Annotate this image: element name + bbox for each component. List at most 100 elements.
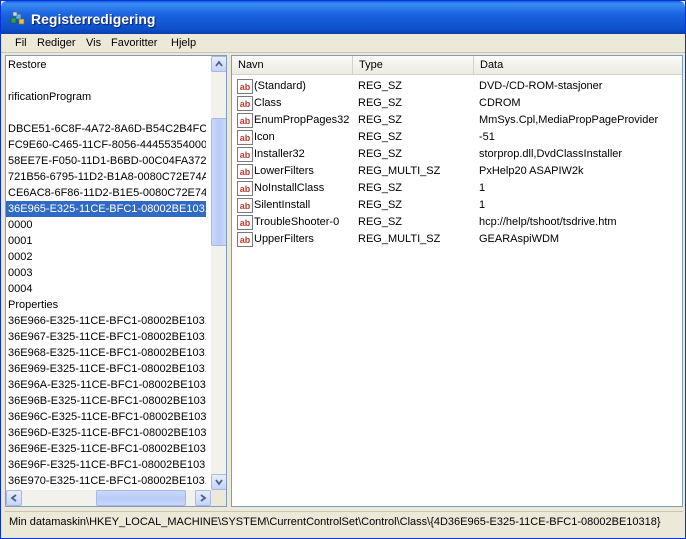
value-type: REG_MULTI_SZ <box>358 233 441 245</box>
scroll-left-button[interactable] <box>6 490 22 506</box>
svg-text:ab: ab <box>240 150 251 160</box>
tree-item[interactable]: 36E968-E325-11CE-BFC1-08002BE10318 <box>6 345 206 361</box>
value-type: REG_SZ <box>358 148 403 160</box>
tree-item[interactable]: 36E970-E325-11CE-BFC1-08002BE10318 <box>6 473 206 489</box>
tree-item[interactable]: 36E96F-E325-11CE-BFC1-08002BE10318 <box>6 457 206 473</box>
value-type: REG_SZ <box>358 216 403 228</box>
string-value-icon: ab <box>237 198 253 213</box>
svg-text:ab: ab <box>240 167 251 177</box>
value-name: UpperFilters <box>254 233 314 245</box>
value-row[interactable]: ab (Standard) REG_SZ DVD-/CD-ROM-stasjoner <box>232 78 682 95</box>
value-row[interactable]: ab SilentInstall REG_SZ 1 <box>232 197 682 214</box>
chevron-right-icon <box>200 494 207 502</box>
menu-file[interactable]: Fil <box>15 37 27 49</box>
tree-item[interactable]: 36E96B-E325-11CE-BFC1-08002BE10318 <box>6 393 206 409</box>
string-value-icon: ab <box>237 79 253 94</box>
string-value-icon: ab <box>237 181 253 196</box>
tree-item[interactable]: FC9E60-C465-11CF-8056-444553540000 <box>6 137 206 153</box>
window-title: Registerredigering <box>31 11 156 27</box>
value-name: Installer32 <box>254 148 305 160</box>
tree-item[interactable]: rificationProgram <box>6 89 206 105</box>
menu-favorites[interactable]: Favoritter <box>111 37 157 49</box>
value-row[interactable]: ab LowerFilters REG_MULTI_SZ PxHelp20 ASAPI… <box>232 163 682 180</box>
value-name: Class <box>254 97 282 109</box>
tree-vertical-scrollbar[interactable] <box>211 56 226 490</box>
tree-item[interactable]: 36E96A-E325-11CE-BFC1-08002BE10318 <box>6 377 206 393</box>
value-data: CDROM <box>479 97 521 109</box>
value-row[interactable]: ab UpperFilters REG_MULTI_SZ GEARAspiWDM <box>232 231 682 248</box>
value-data: MmSys.Cpl,MediaPropPageProvider <box>479 114 659 126</box>
value-name: TroubleShooter-0 <box>254 216 340 228</box>
value-type: REG_SZ <box>358 97 403 109</box>
svg-text:ab: ab <box>240 235 251 245</box>
scrollbar-corner <box>211 490 226 506</box>
string-value-icon: ab <box>237 164 253 179</box>
column-header-name[interactable]: Navn <box>232 56 353 75</box>
string-value-icon: ab <box>237 130 253 145</box>
svg-text:ab: ab <box>240 201 251 211</box>
value-row[interactable]: ab Installer32 REG_SZ storprop.dll,DvdClass… <box>232 146 682 163</box>
tree-item[interactable]: 0003 <box>6 265 206 281</box>
value-row[interactable]: ab TroubleShooter-0 REG_SZ hcp://help/tshoo… <box>232 214 682 231</box>
value-type: REG_SZ <box>358 114 403 126</box>
tree-item[interactable]: 36E967-E325-11CE-BFC1-08002BE10318 <box>6 329 206 345</box>
tree-item[interactable]: 0002 <box>6 249 206 265</box>
value-type: REG_SZ <box>358 131 403 143</box>
value-row[interactable]: ab NoInstallClass REG_SZ 1 <box>232 180 682 197</box>
scroll-right-button[interactable] <box>195 490 211 506</box>
tree-item[interactable]: DBCE51-6C8F-4A72-8A6D-B54C2B4FC83 <box>6 121 206 137</box>
value-row[interactable]: ab EnumPropPages32 REG_SZ MmSys.Cpl,MediaPr… <box>232 112 682 129</box>
tree-item[interactable]: 0001 <box>6 233 206 249</box>
string-value-icon: ab <box>237 232 253 247</box>
svg-text:ab: ab <box>240 82 251 92</box>
tree-horizontal-scrollbar[interactable] <box>6 490 211 506</box>
scroll-up-button[interactable] <box>211 56 226 72</box>
key-tree-pane[interactable]: Restore rificationProgram DBCE51-6C8F-4A72… <box>5 55 227 507</box>
svg-text:ab: ab <box>240 133 251 143</box>
value-data: DVD-/CD-ROM-stasjoner <box>479 80 603 92</box>
tree-item[interactable]: 36E96C-E325-11CE-BFC1-08002BE10318 <box>6 409 206 425</box>
tree-item-selected[interactable]: 36E965-E325-11CE-BFC1-08002BE10318 <box>6 201 206 217</box>
value-name: (Standard) <box>254 80 306 92</box>
value-name: NoInstallClass <box>254 182 325 194</box>
column-header-type[interactable]: Type <box>353 56 474 75</box>
svg-text:ab: ab <box>240 184 251 194</box>
value-type: REG_SZ <box>358 80 403 92</box>
registry-editor-window: Registerredigering Fil Rediger Vis Favor… <box>0 0 686 539</box>
scroll-down-button[interactable] <box>211 474 226 490</box>
svg-text:ab: ab <box>240 218 251 228</box>
tree-item[interactable]: 0004 <box>6 281 206 297</box>
tree-item[interactable]: 0000 <box>6 217 206 233</box>
vertical-scroll-thumb[interactable] <box>211 118 226 246</box>
horizontal-scroll-thumb[interactable] <box>96 490 186 506</box>
tree-item[interactable]: 721B56-6795-11D2-B1A8-0080C72E74A2 <box>6 169 206 185</box>
chevron-down-icon <box>215 479 223 486</box>
menu-view[interactable]: Vis <box>86 37 101 49</box>
status-bar: Min datamaskin\HKEY_LOCAL_MACHINE\SYSTEM… <box>5 511 683 531</box>
value-type: REG_SZ <box>358 182 403 194</box>
tree-item[interactable]: CE6AC8-6F86-11D2-B1E5-0080C72E74A <box>6 185 206 201</box>
tree-item[interactable]: Properties <box>6 297 206 313</box>
tree-item[interactable]: 36E96E-E325-11CE-BFC1-08002BE10318 <box>6 441 206 457</box>
values-list-pane[interactable]: Navn Type Data ab (Standard) REG_SZ DVD-/CD… <box>231 55 683 507</box>
tree-item[interactable]: 36E969-E325-11CE-BFC1-08002BE10318 <box>6 361 206 377</box>
value-row[interactable]: ab Icon REG_SZ -51 <box>232 129 682 146</box>
value-row[interactable]: ab Class REG_SZ CDROM <box>232 95 682 112</box>
title-bar[interactable]: Registerredigering <box>1 1 685 34</box>
tree-item[interactable]: 58EE7E-F050-11D1-B6BD-00C04FA372A <box>6 153 206 169</box>
value-type: REG_MULTI_SZ <box>358 165 441 177</box>
value-name: LowerFilters <box>254 165 314 177</box>
value-type: REG_SZ <box>358 199 403 211</box>
menu-edit[interactable]: Rediger <box>37 37 76 49</box>
string-value-icon: ab <box>237 96 253 111</box>
string-value-icon: ab <box>237 113 253 128</box>
column-header-data[interactable]: Data <box>474 56 682 75</box>
string-value-icon: ab <box>237 147 253 162</box>
menu-help[interactable]: Hjelp <box>171 37 196 49</box>
regedit-icon <box>10 11 25 25</box>
tree-item[interactable]: 36E96D-E325-11CE-BFC1-08002BE10318 <box>6 425 206 441</box>
tree-item[interactable]: Restore <box>6 57 206 73</box>
value-data: PxHelp20 ASAPIW2k <box>479 165 584 177</box>
tree-item[interactable]: 36E966-E325-11CE-BFC1-08002BE10318 <box>6 313 206 329</box>
value-data: -51 <box>479 131 495 143</box>
